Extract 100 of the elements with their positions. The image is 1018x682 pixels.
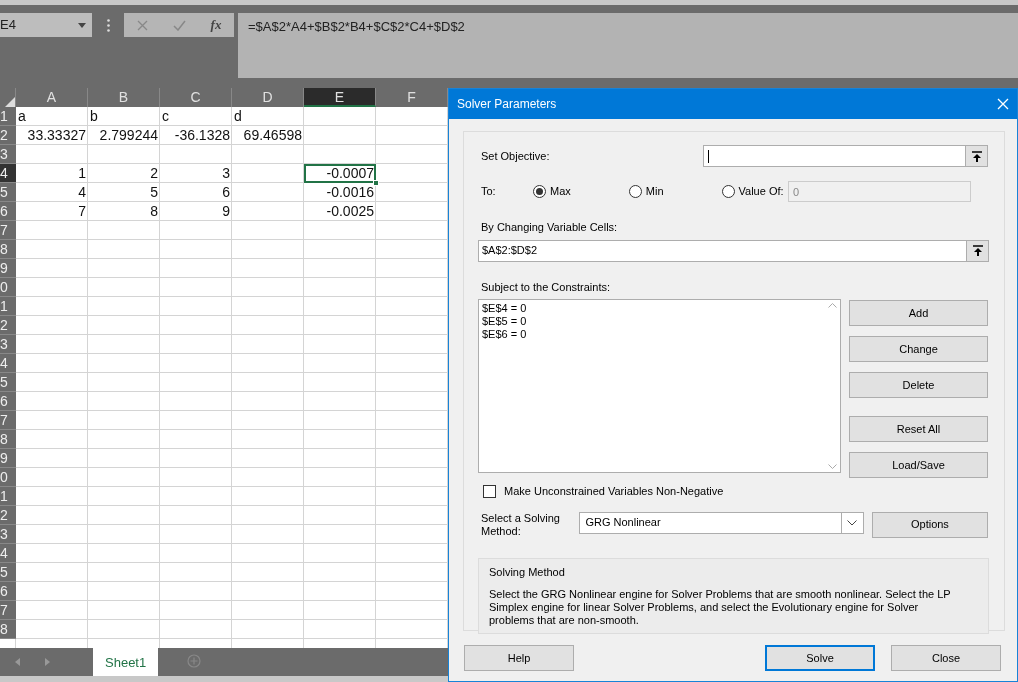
radio-option[interactable]: Min [628, 183, 664, 200]
constraints-list[interactable]: $E$4 = 0 $E$5 = 0 $E$6 = 0 [478, 299, 841, 473]
table-cell[interactable]: 4 [16, 183, 88, 202]
column-header[interactable]: A [16, 88, 88, 107]
more-options-icon[interactable] [107, 19, 110, 32]
row-header[interactable]: 3 [0, 525, 16, 544]
dialog-button[interactable]: Close [891, 645, 1001, 671]
row-header[interactable]: 1 [0, 297, 16, 316]
row-header[interactable]: 8 [0, 620, 16, 639]
row-header[interactable]: 0 [0, 468, 16, 487]
column-header[interactable]: D [232, 88, 304, 107]
close-icon[interactable] [997, 98, 1009, 110]
dialog-button[interactable]: Help [464, 645, 574, 671]
row-header[interactable]: 5 [0, 373, 16, 392]
table-cell[interactable]: 8 [88, 202, 160, 221]
chevron-down-icon [847, 519, 858, 526]
row-header[interactable]: 1 [0, 107, 16, 126]
add-sheet-icon[interactable] [187, 654, 202, 668]
formula-field[interactable]: =$A$2*A4+$B$2*B4+$C$2*C4+$D$2 [238, 13, 1018, 78]
row-header[interactable]: 7 [0, 221, 16, 240]
table-cell[interactable]: -0.0025 [304, 202, 376, 221]
row-header[interactable]: 5 [0, 563, 16, 582]
column-header[interactable]: E [304, 88, 376, 107]
radio-option[interactable]: Value Of: [721, 183, 784, 200]
column-header[interactable]: B [88, 88, 160, 107]
constraint-item[interactable]: $E$5 = 0 [482, 315, 527, 328]
row-header[interactable]: 6 [0, 582, 16, 601]
row-header[interactable]: 3 [0, 335, 16, 354]
constraint-item[interactable]: $E$4 = 0 [482, 302, 527, 315]
table-cell[interactable]: c [160, 107, 232, 126]
row-header[interactable]: 4 [0, 354, 16, 373]
sheet-tab[interactable]: Sheet1 [93, 648, 159, 679]
table-cell[interactable]: 5 [88, 183, 160, 202]
dialog-title: Solver Parameters [457, 96, 557, 113]
row-header[interactable]: 2 [0, 316, 16, 335]
field-label: By Changing Variable Cells: [480, 220, 619, 235]
radio-option[interactable]: Max [533, 183, 571, 200]
action-button[interactable]: Change [849, 336, 988, 362]
column-header[interactable]: F [376, 88, 448, 107]
row-header[interactable]: 4 [0, 164, 16, 183]
action-button[interactable]: Load/Save [849, 452, 988, 478]
table-cell[interactable]: 7 [16, 202, 88, 221]
row-header[interactable]: 7 [0, 601, 16, 620]
table-cell[interactable]: 6 [160, 183, 232, 202]
description-text: Select the GRG Nonlinear engine for Solver Problems that are smooth nonlinear. Select the LP Simplex engine for linear Solver Problems, and select the Evolutionary engine for Solver problems that are non-smooth. [489, 588, 952, 627]
options-button[interactable]: Options [871, 511, 988, 538]
collapse-dialog-button[interactable] [966, 240, 988, 261]
table-cell[interactable]: 33.33327 [16, 126, 88, 145]
row-header[interactable]: 7 [0, 411, 16, 430]
arrow-up-icon [972, 245, 983, 256]
description-title: Solving Method [489, 564, 566, 580]
table-cell[interactable]: -0.0007 [304, 164, 376, 183]
constraint-item[interactable]: $E$6 = 0 [482, 328, 527, 341]
dropdown-caret-icon [78, 22, 86, 28]
table-cell[interactable]: 2 [88, 164, 160, 183]
action-button[interactable]: Add [849, 300, 988, 326]
checkbox[interactable] [483, 484, 496, 498]
method-dropdown[interactable]: GRG Nonlinear [579, 511, 864, 534]
table-cell[interactable]: -0.0016 [304, 183, 376, 202]
insert-function-button[interactable]: fx [210, 15, 222, 35]
scroll-left-icon[interactable] [15, 658, 20, 666]
objective-field[interactable] [702, 145, 988, 167]
field-label: Set Objective: [480, 148, 551, 164]
action-button[interactable]: Delete [849, 372, 988, 398]
scroll-up-icon[interactable] [827, 303, 837, 308]
table-cell[interactable]: a [16, 107, 88, 126]
action-button[interactable]: Reset All [849, 416, 988, 442]
table-cell[interactable]: 9 [160, 202, 232, 221]
row-header[interactable]: 3 [0, 145, 16, 164]
row-header[interactable]: 0 [0, 278, 16, 297]
row-header[interactable]: 9 [0, 259, 16, 278]
table-cell[interactable]: 69.46598 [232, 126, 304, 145]
scroll-down-icon[interactable] [827, 464, 837, 469]
row-header[interactable]: 4 [0, 544, 16, 563]
table-cell[interactable]: 1 [16, 164, 88, 183]
row-header[interactable]: 5 [0, 183, 16, 202]
table-cell[interactable]: b [88, 107, 160, 126]
cell-reference: E4 [0, 16, 16, 35]
row-header[interactable]: 1 [0, 487, 16, 506]
dialog-button[interactable]: Solve [765, 645, 875, 671]
table-cell[interactable]: 2.799244 [88, 126, 160, 145]
name-box[interactable]: E4 [0, 13, 92, 37]
row-header[interactable]: 9 [0, 449, 16, 468]
check-icon[interactable] [172, 19, 186, 31]
row-header[interactable]: 2 [0, 506, 16, 525]
row-header[interactable]: 2 [0, 126, 16, 145]
table-cell[interactable]: -36.1328 [160, 126, 232, 145]
scroll-right-icon[interactable] [45, 658, 50, 666]
column-header[interactable]: C [160, 88, 232, 107]
row-header[interactable]: 6 [0, 202, 16, 221]
table-cell[interactable]: 3 [160, 164, 232, 183]
variable-cells-field[interactable]: $A$2:$D$2 [478, 239, 989, 262]
row-header[interactable]: 6 [0, 392, 16, 411]
checkbox-label: Make Unconstrained Variables Non-Negative [504, 484, 724, 499]
table-cell[interactable]: d [232, 107, 304, 126]
cancel-icon[interactable] [136, 19, 148, 31]
row-header[interactable]: 8 [0, 240, 16, 259]
row-header[interactable]: 8 [0, 430, 16, 449]
collapse-dialog-button[interactable] [965, 146, 987, 166]
field-label: To: [480, 184, 497, 200]
